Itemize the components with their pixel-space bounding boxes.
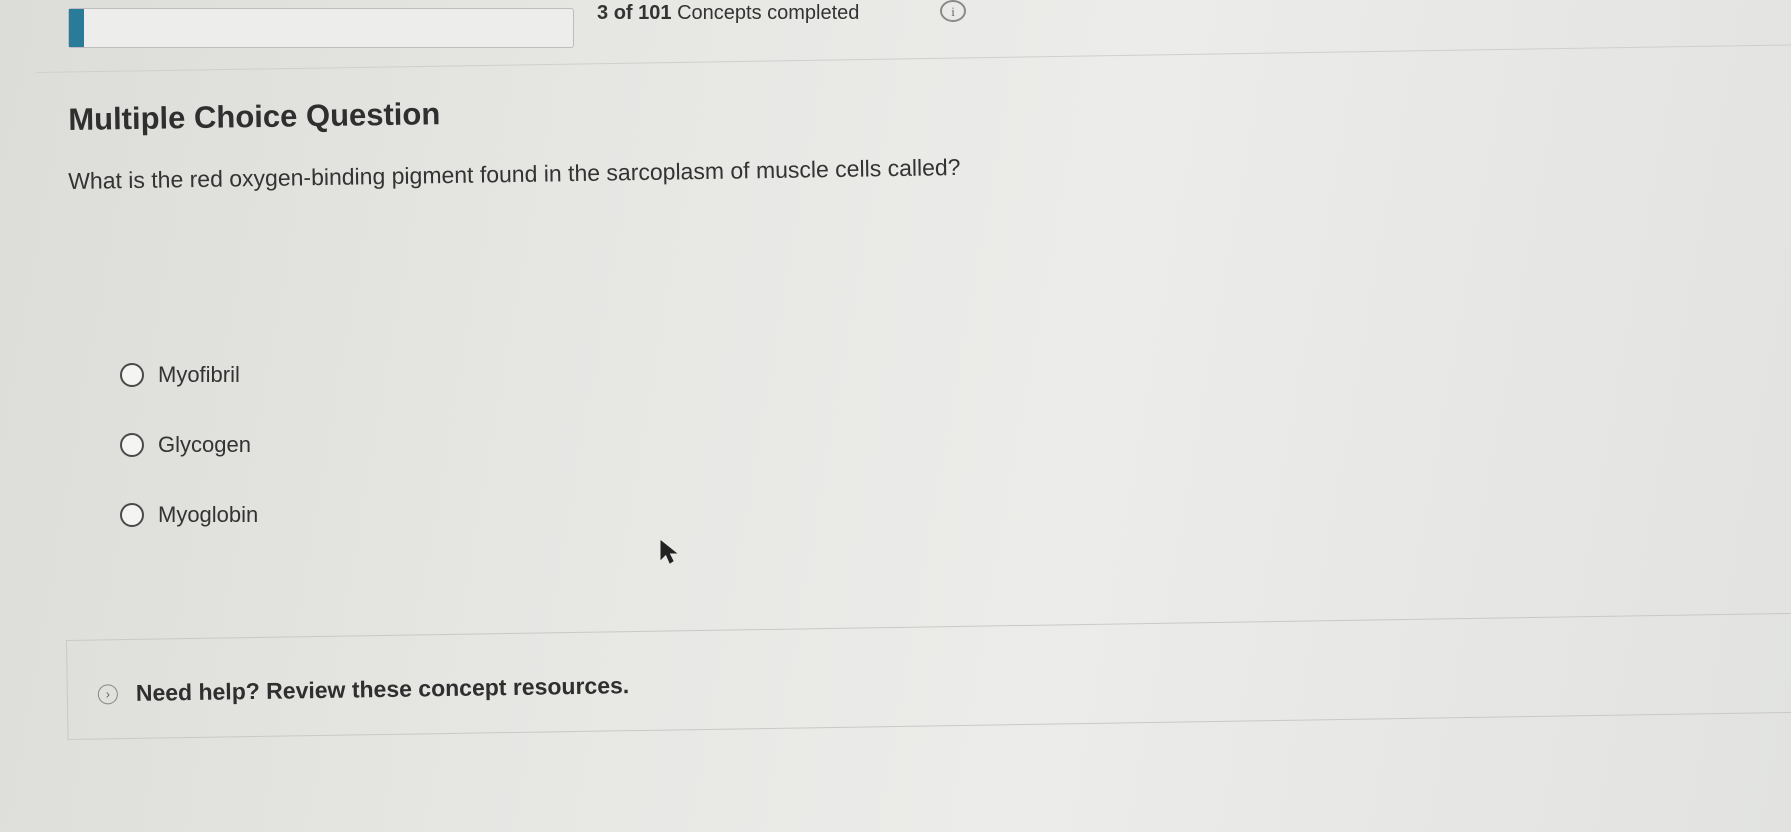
help-panel: › Need help? Review these concept resour… [66,612,1791,740]
progress-bar [68,8,574,48]
mouse-pointer-icon [660,540,678,564]
progress-of: of [613,2,633,24]
radio-button[interactable] [120,433,144,457]
question-heading: Multiple Choice Question [68,96,441,137]
progress-total: 101 [638,2,672,24]
option-glycogen[interactable]: Glycogen [120,428,251,462]
info-icon[interactable]: i [940,0,966,22]
option-label: Myofibril [158,362,240,387]
progress-fill [69,9,85,47]
radio-button[interactable] [120,363,144,387]
help-resources-link[interactable]: › Need help? Review these concept resour… [97,672,630,707]
chevron-right-icon: › [97,683,119,705]
option-myofibril[interactable]: Myofibril [120,358,240,392]
option-label: Myoglobin [158,502,259,527]
progress-current: 3 [597,2,609,24]
question-text: What is the red oxygen-binding pigment f… [68,153,961,194]
option-label: Glycogen [158,432,251,457]
progress-status: 3 of 101 Concepts completed [597,2,859,25]
option-myoglobin[interactable]: Myoglobin [120,498,258,532]
page: 3 of 101 Concepts completed i Multiple C… [0,0,1791,832]
header-divider [35,44,1791,73]
progress-label: Concepts completed [677,2,860,24]
help-text: Need help? Review these concept resource… [135,672,630,706]
radio-button[interactable] [120,503,144,527]
